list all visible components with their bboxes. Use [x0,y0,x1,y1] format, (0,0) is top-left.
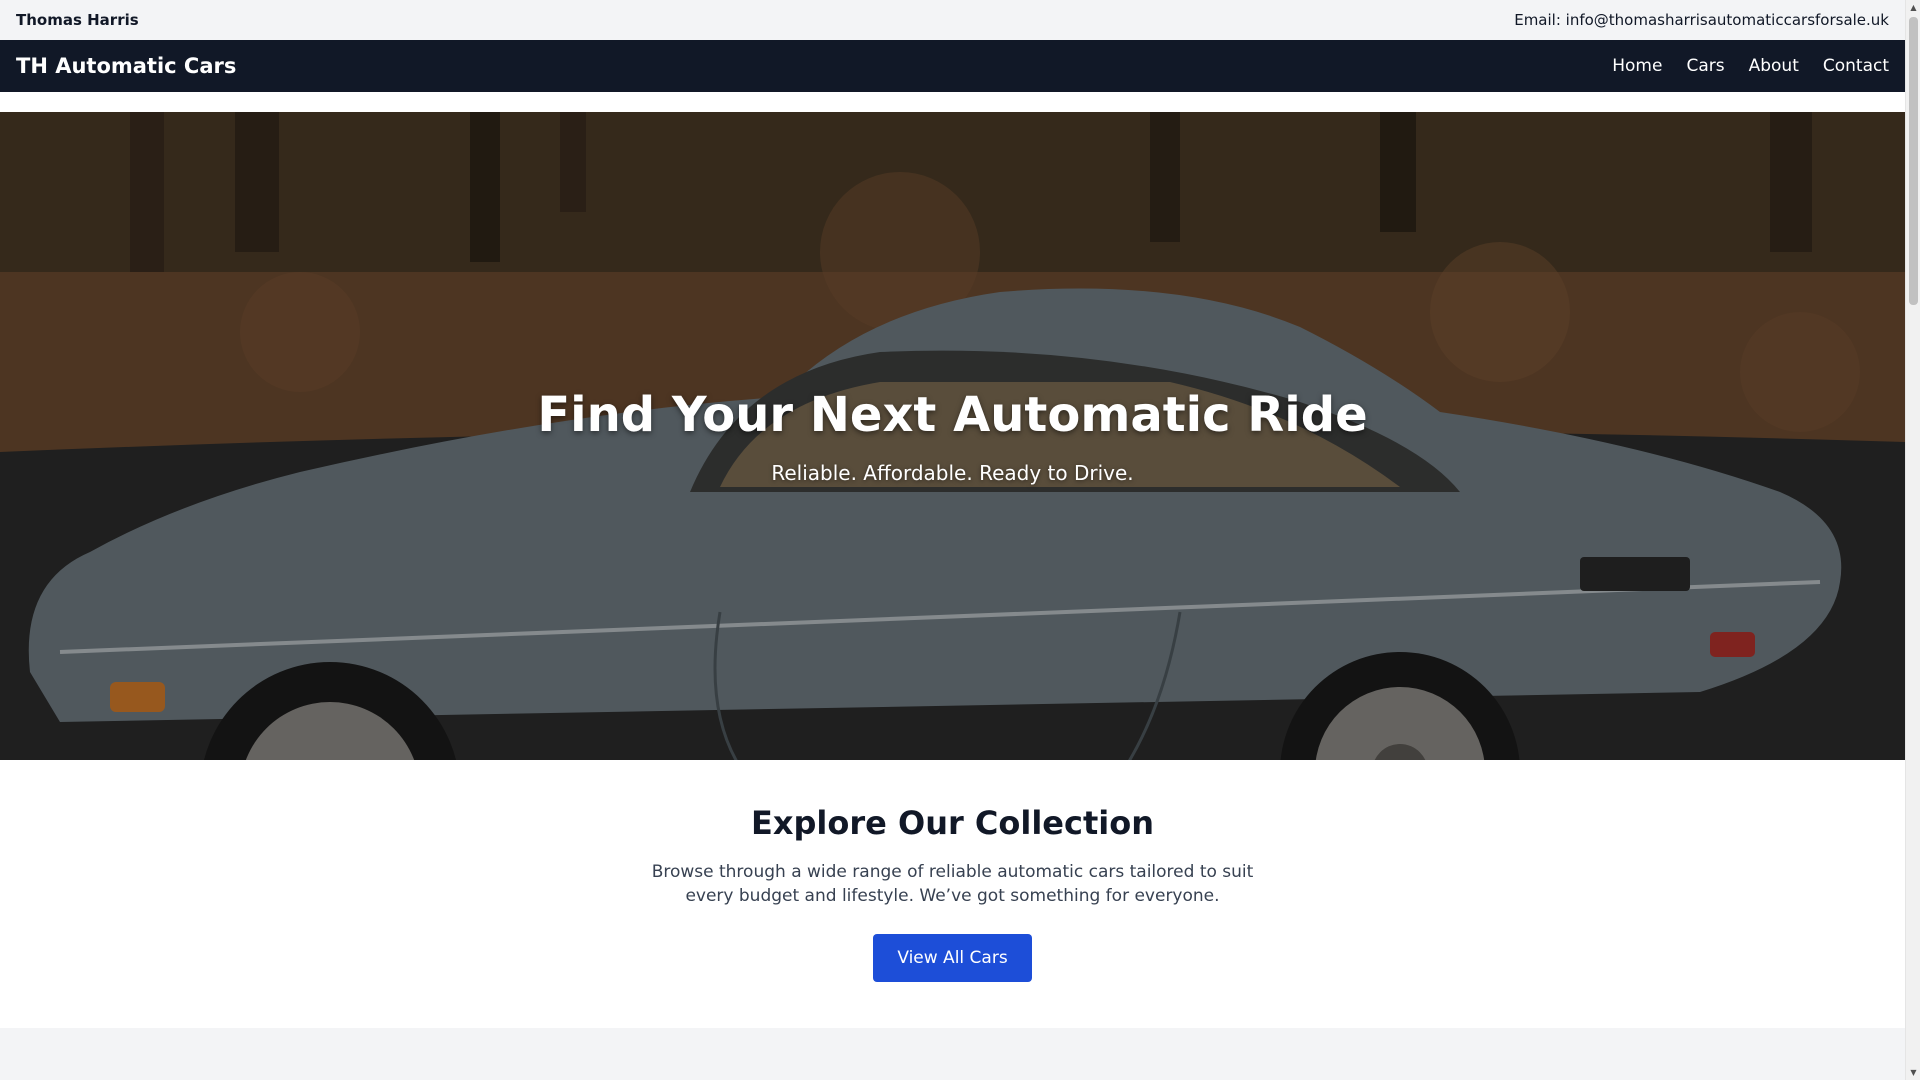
hero-banner: Find Your Next Automatic Ride Reliable. … [0,112,1905,760]
nav-spacer [0,92,1905,112]
hero-text-block: Find Your Next Automatic Ride Reliable. … [0,387,1905,485]
scroll-down-arrow-icon[interactable]: ▼ [1906,1065,1920,1080]
hero-subtitle: Reliable. Affordable. Ready to Drive. [771,461,1134,485]
collection-heading: Explore Our Collection [751,804,1154,842]
collection-description: Browse through a wide range of reliable … [651,862,1254,906]
contact-email: Email: info@thomasharrisautomaticcarsfor… [1514,11,1889,29]
top-info-bar: Thomas Harris Email: info@thomasharrisau… [0,0,1905,40]
next-section-band [0,1028,1905,1080]
nav-links: Home Cars About Contact [1612,56,1889,76]
page: Thomas Harris Email: info@thomasharrisau… [0,0,1905,1080]
nav-link-home[interactable]: Home [1612,56,1662,76]
collection-section: Explore Our Collection Browse through a … [0,760,1905,1028]
scrollbar-thumb[interactable] [1909,17,1918,305]
brand-logo-text[interactable]: TH Automatic Cars [16,54,236,78]
main-navbar: TH Automatic Cars Home Cars About Contac… [0,40,1905,92]
nav-link-cars[interactable]: Cars [1686,56,1724,76]
nav-link-about[interactable]: About [1749,56,1799,76]
page-scrollbar[interactable]: ▲ ▼ [1905,0,1920,1080]
hero-title: Find Your Next Automatic Ride [537,387,1368,443]
nav-link-contact[interactable]: Contact [1823,56,1889,76]
owner-name: Thomas Harris [16,11,139,29]
scroll-up-arrow-icon[interactable]: ▲ [1906,0,1920,15]
view-all-cars-button[interactable]: View All Cars [873,934,1032,982]
